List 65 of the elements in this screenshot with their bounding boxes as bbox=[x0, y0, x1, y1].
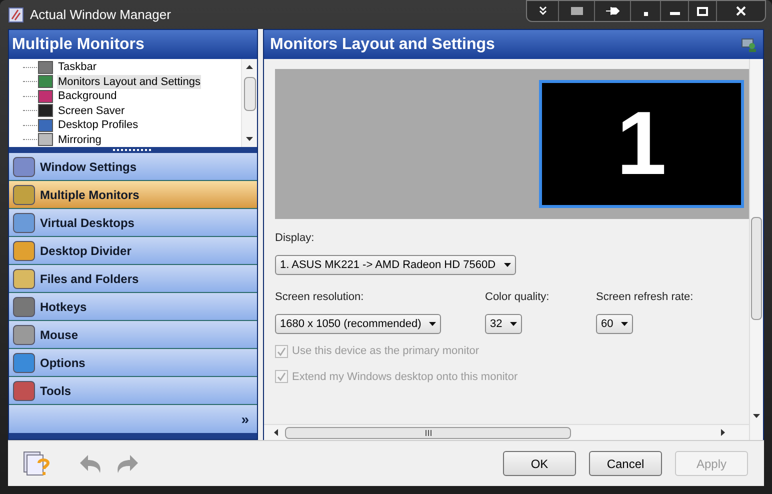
tree-item[interactable]: Background bbox=[57, 89, 118, 104]
app-icon bbox=[8, 6, 24, 22]
nav-item-icon bbox=[13, 212, 35, 232]
tree-item[interactable]: Screen Saver bbox=[57, 104, 126, 118]
dropdown[interactable]: 32 bbox=[485, 314, 522, 334]
tree-item-icon bbox=[38, 104, 53, 118]
tree-item-icon bbox=[38, 133, 53, 146]
nav-item[interactable]: Files and Folders bbox=[9, 265, 257, 293]
nav-item[interactable]: Options bbox=[9, 349, 257, 377]
scrollbar[interactable] bbox=[241, 59, 257, 147]
scroll-right-icon[interactable] bbox=[721, 429, 725, 436]
tree-item-icon bbox=[38, 75, 53, 88]
nav-item-icon bbox=[13, 296, 35, 316]
horizontal-scrollbar[interactable] bbox=[264, 424, 749, 440]
scroll-thumb[interactable] bbox=[285, 426, 571, 438]
monitor-tile[interactable]: 1 bbox=[539, 80, 744, 208]
dialog-button[interactable]: OK bbox=[503, 451, 576, 476]
window-title: Actual Window Manager bbox=[30, 6, 171, 24]
caret-icon bbox=[504, 262, 511, 267]
more-button[interactable]: » bbox=[241, 412, 249, 426]
vertical-scrollbar[interactable] bbox=[749, 59, 763, 440]
dialog-button[interactable]: Cancel bbox=[589, 451, 662, 476]
tree-item[interactable]: Monitors Layout and Settings bbox=[57, 74, 202, 89]
field-label: Screen resolution: bbox=[275, 290, 365, 304]
scroll-up-icon[interactable] bbox=[246, 65, 253, 69]
help-icon[interactable] bbox=[22, 450, 52, 478]
nav-item-icon bbox=[13, 268, 35, 288]
nav-item-icon bbox=[13, 156, 35, 176]
nav-item-icon bbox=[13, 324, 35, 344]
nav-item[interactable]: Desktop Divider bbox=[9, 237, 257, 265]
caret-icon bbox=[621, 322, 628, 326]
checkbox-label: Extend my Windows desktop onto this monitor bbox=[292, 370, 518, 384]
dropdown[interactable]: 1680 x 1050 (recommended) bbox=[275, 314, 442, 334]
nav-item-icon bbox=[13, 352, 35, 372]
panel-header: Monitors Layout and Settings bbox=[270, 34, 495, 54]
caret-icon bbox=[510, 322, 518, 326]
scroll-thumb[interactable] bbox=[751, 217, 762, 320]
tree-item[interactable]: Mirroring bbox=[57, 132, 102, 147]
checkbox-label: Use this device as the primary monitor bbox=[292, 344, 480, 359]
field-label: Screen refresh rate: bbox=[596, 290, 694, 304]
panel-header: Multiple Monitors bbox=[9, 30, 257, 59]
scroll-down-icon[interactable] bbox=[753, 414, 760, 418]
nav-item[interactable]: Window Settings bbox=[9, 153, 257, 181]
nav-item[interactable]: Mouse bbox=[9, 321, 257, 349]
nav-item[interactable]: Hotkeys bbox=[9, 293, 257, 321]
scroll-left-icon[interactable] bbox=[274, 429, 278, 436]
monitor-person-icon bbox=[741, 36, 757, 52]
tree-item[interactable]: Desktop Profiles bbox=[57, 118, 140, 132]
scroll-thumb[interactable] bbox=[244, 77, 256, 111]
nav-item-icon bbox=[13, 184, 35, 204]
scroll-down-icon[interactable] bbox=[246, 137, 253, 141]
field-label: Color quality: bbox=[485, 290, 550, 304]
dropdown[interactable]: 60 bbox=[596, 314, 634, 334]
caret-icon bbox=[429, 322, 436, 326]
nav-item-icon bbox=[13, 380, 35, 400]
tree-item[interactable]: Taskbar bbox=[57, 60, 98, 74]
dropdown[interactable]: 1. ASUS MK221 -> AMD Radeon HD 7560D bbox=[275, 254, 516, 275]
nav-item[interactable]: Virtual Desktops bbox=[9, 209, 257, 237]
tree-item-icon bbox=[38, 60, 53, 74]
field-label: Display: bbox=[275, 231, 316, 246]
tree-item-icon bbox=[38, 118, 53, 132]
tree-item-icon bbox=[38, 90, 53, 103]
nav-item-icon bbox=[13, 240, 35, 260]
nav-item[interactable]: Multiple Monitors bbox=[9, 181, 257, 209]
nav-item[interactable]: Tools bbox=[9, 377, 257, 405]
